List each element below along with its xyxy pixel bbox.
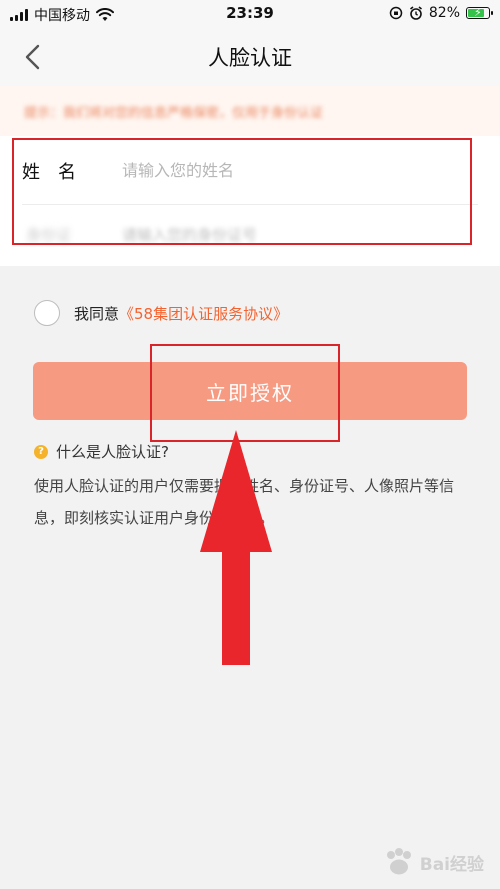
- authorize-button[interactable]: 立即授权: [33, 362, 467, 420]
- name-row: 姓名: [0, 136, 500, 204]
- page-title: 人脸认证: [208, 46, 292, 70]
- agreement-text: 我同意: [74, 304, 120, 323]
- name-input[interactable]: [122, 154, 452, 186]
- battery-icon: ⚡: [466, 6, 493, 19]
- battery-percent: 82%: [428, 5, 460, 21]
- question-icon: ?: [34, 444, 48, 459]
- identity-form: 姓名 身份证: [0, 136, 500, 266]
- id-row: 身份证: [0, 206, 500, 262]
- faq-title-text: 什么是人脸认证?: [56, 443, 169, 461]
- watermark: Bai经验: [382, 845, 484, 879]
- agreement-checkbox[interactable]: [34, 300, 60, 326]
- watermark-text: Bai经验: [419, 854, 484, 875]
- notice-text: 提示：我们将对您的信息严格保密，仅用于身份认证: [24, 106, 324, 121]
- id-number-input[interactable]: [122, 220, 392, 250]
- paw-icon: [386, 848, 411, 875]
- notice-bar: 提示：我们将对您的信息严格保密，仅用于身份认证: [0, 86, 500, 136]
- orientation-lock-icon: [389, 6, 403, 20]
- up-arrow-icon: [200, 430, 272, 665]
- divider: [22, 204, 478, 205]
- faq-body: 使用人脸认证的用户仅需要提供姓名、身份证号、人像照片等信息，即刻核实认证用户身份…: [34, 477, 455, 527]
- nav-bar: 人脸认证: [0, 28, 500, 86]
- id-label: 身份证: [26, 226, 72, 244]
- faq-title: ? 什么是人脸认证?: [34, 441, 169, 462]
- alarm-icon: [409, 6, 422, 20]
- name-label: 姓名: [22, 162, 94, 183]
- status-right: 82% ⚡: [389, 5, 493, 21]
- agreement-link[interactable]: 《58集团认证服务协议》: [119, 303, 288, 324]
- agreement-row: 我同意 《58集团认证服务协议》: [34, 298, 288, 328]
- status-bar: 中国移动 23:39 82% ⚡: [0, 0, 500, 28]
